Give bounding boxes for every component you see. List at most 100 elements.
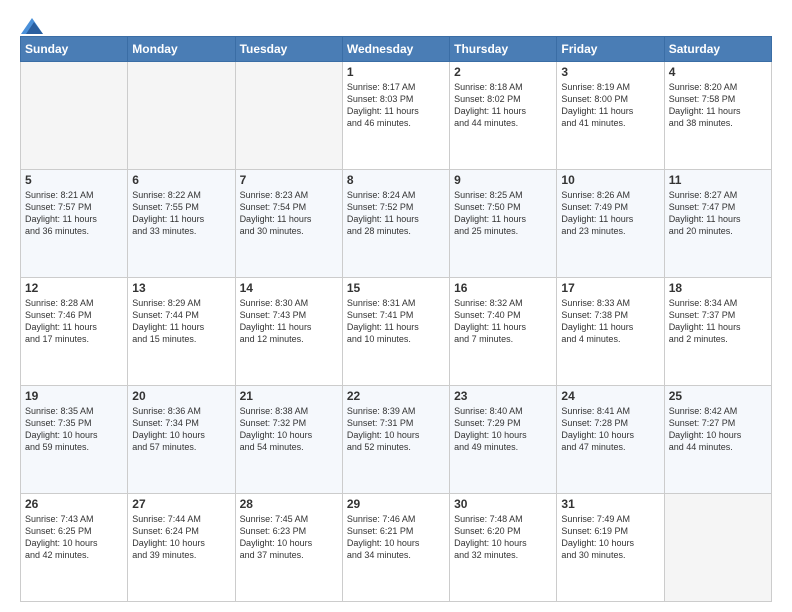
day-number: 9 bbox=[454, 173, 552, 187]
calendar-cell: 15 Sunrise: 8:31 AM Sunset: 7:41 PM Dayli… bbox=[342, 278, 449, 386]
weekday-header-monday: Monday bbox=[128, 37, 235, 62]
calendar-cell: 31 Sunrise: 7:49 AM Sunset: 6:19 PM Dayli… bbox=[557, 494, 664, 602]
day-info: Sunrise: 8:40 AM Sunset: 7:29 PM Dayligh… bbox=[454, 405, 552, 454]
day-info: Sunrise: 8:26 AM Sunset: 7:49 PM Dayligh… bbox=[561, 189, 659, 238]
calendar-cell: 9Sunrise: 8:25 AM Sunset: 7:50 PM Daylig… bbox=[450, 170, 557, 278]
weekday-header-thursday: Thursday bbox=[450, 37, 557, 62]
weekday-header-wednesday: Wednesday bbox=[342, 37, 449, 62]
day-info: Sunrise: 8:19 AM Sunset: 8:00 PM Dayligh… bbox=[561, 81, 659, 130]
day-number: 8 bbox=[347, 173, 445, 187]
day-number: 21 bbox=[240, 389, 338, 403]
day-number: 22 bbox=[347, 389, 445, 403]
day-number: 4 bbox=[669, 65, 767, 79]
calendar-cell bbox=[664, 494, 771, 602]
day-info: Sunrise: 8:41 AM Sunset: 7:28 PM Dayligh… bbox=[561, 405, 659, 454]
day-info: Sunrise: 8:34 AM Sunset: 7:37 PM Dayligh… bbox=[669, 297, 767, 346]
calendar-cell: 21 Sunrise: 8:38 AM Sunset: 7:32 PM Dayli… bbox=[235, 386, 342, 494]
calendar-cell: 24 Sunrise: 8:41 AM Sunset: 7:28 PM Dayli… bbox=[557, 386, 664, 494]
day-number: 19 bbox=[25, 389, 123, 403]
day-info: Sunrise: 8:32 AM Sunset: 7:40 PM Dayligh… bbox=[454, 297, 552, 346]
calendar-cell: 30 Sunrise: 7:48 AM Sunset: 6:20 PM Dayli… bbox=[450, 494, 557, 602]
day-info: Sunrise: 8:20 AM Sunset: 7:58 PM Dayligh… bbox=[669, 81, 767, 130]
day-number: 2 bbox=[454, 65, 552, 79]
day-number: 24 bbox=[561, 389, 659, 403]
weekday-header-sunday: Sunday bbox=[21, 37, 128, 62]
day-number: 25 bbox=[669, 389, 767, 403]
day-info: Sunrise: 7:43 AM Sunset: 6:25 PM Dayligh… bbox=[25, 513, 123, 562]
page: SundayMondayTuesdayWednesdayThursdayFrid… bbox=[0, 0, 792, 612]
calendar-cell: 7 Sunrise: 8:23 AM Sunset: 7:54 PM Daylig… bbox=[235, 170, 342, 278]
day-number: 11 bbox=[669, 173, 767, 187]
day-info: Sunrise: 7:49 AM Sunset: 6:19 PM Dayligh… bbox=[561, 513, 659, 562]
day-info: Sunrise: 8:18 AM Sunset: 8:02 PM Dayligh… bbox=[454, 81, 552, 130]
day-info: Sunrise: 8:35 AM Sunset: 7:35 PM Dayligh… bbox=[25, 405, 123, 454]
day-number: 31 bbox=[561, 497, 659, 511]
week-row-1: 1 Sunrise: 8:17 AM Sunset: 8:03 PM Daylig… bbox=[21, 62, 772, 170]
day-info: Sunrise: 8:23 AM Sunset: 7:54 PM Dayligh… bbox=[240, 189, 338, 238]
weekday-header-friday: Friday bbox=[557, 37, 664, 62]
calendar-cell: 19 Sunrise: 8:35 AM Sunset: 7:35 PM Dayli… bbox=[21, 386, 128, 494]
day-number: 16 bbox=[454, 281, 552, 295]
day-info: Sunrise: 8:28 AM Sunset: 7:46 PM Dayligh… bbox=[25, 297, 123, 346]
day-number: 15 bbox=[347, 281, 445, 295]
calendar-cell: 13Sunrise: 8:29 AM Sunset: 7:44 PM Dayli… bbox=[128, 278, 235, 386]
logo-icon bbox=[21, 18, 43, 34]
calendar-cell: 16 Sunrise: 8:32 AM Sunset: 7:40 PM Dayli… bbox=[450, 278, 557, 386]
day-number: 29 bbox=[347, 497, 445, 511]
day-info: Sunrise: 8:33 AM Sunset: 7:38 PM Dayligh… bbox=[561, 297, 659, 346]
day-info: Sunrise: 8:24 AM Sunset: 7:52 PM Dayligh… bbox=[347, 189, 445, 238]
day-info: Sunrise: 8:39 AM Sunset: 7:31 PM Dayligh… bbox=[347, 405, 445, 454]
header bbox=[20, 18, 772, 32]
day-info: Sunrise: 8:21 AM Sunset: 7:57 PM Dayligh… bbox=[25, 189, 123, 238]
day-number: 1 bbox=[347, 65, 445, 79]
logo bbox=[20, 18, 43, 32]
calendar-cell: 23Sunrise: 8:40 AM Sunset: 7:29 PM Dayli… bbox=[450, 386, 557, 494]
day-number: 3 bbox=[561, 65, 659, 79]
calendar-cell: 12Sunrise: 8:28 AM Sunset: 7:46 PM Dayli… bbox=[21, 278, 128, 386]
calendar-cell: 25Sunrise: 8:42 AM Sunset: 7:27 PM Dayli… bbox=[664, 386, 771, 494]
day-number: 14 bbox=[240, 281, 338, 295]
day-info: Sunrise: 8:27 AM Sunset: 7:47 PM Dayligh… bbox=[669, 189, 767, 238]
day-number: 5 bbox=[25, 173, 123, 187]
calendar-cell: 8 Sunrise: 8:24 AM Sunset: 7:52 PM Daylig… bbox=[342, 170, 449, 278]
calendar-cell: 5 Sunrise: 8:21 AM Sunset: 7:57 PM Daylig… bbox=[21, 170, 128, 278]
day-number: 26 bbox=[25, 497, 123, 511]
calendar-cell: 27Sunrise: 7:44 AM Sunset: 6:24 PM Dayli… bbox=[128, 494, 235, 602]
day-info: Sunrise: 8:22 AM Sunset: 7:55 PM Dayligh… bbox=[132, 189, 230, 238]
week-row-2: 5 Sunrise: 8:21 AM Sunset: 7:57 PM Daylig… bbox=[21, 170, 772, 278]
day-number: 28 bbox=[240, 497, 338, 511]
calendar-cell: 20Sunrise: 8:36 AM Sunset: 7:34 PM Dayli… bbox=[128, 386, 235, 494]
day-number: 7 bbox=[240, 173, 338, 187]
calendar-cell: 17 Sunrise: 8:33 AM Sunset: 7:38 PM Dayli… bbox=[557, 278, 664, 386]
calendar-cell: 1 Sunrise: 8:17 AM Sunset: 8:03 PM Daylig… bbox=[342, 62, 449, 170]
calendar-table: SundayMondayTuesdayWednesdayThursdayFrid… bbox=[20, 36, 772, 602]
week-row-5: 26 Sunrise: 7:43 AM Sunset: 6:25 PM Dayli… bbox=[21, 494, 772, 602]
calendar-cell: 3 Sunrise: 8:19 AM Sunset: 8:00 PM Daylig… bbox=[557, 62, 664, 170]
day-info: Sunrise: 7:48 AM Sunset: 6:20 PM Dayligh… bbox=[454, 513, 552, 562]
day-number: 10 bbox=[561, 173, 659, 187]
day-number: 30 bbox=[454, 497, 552, 511]
calendar-cell bbox=[21, 62, 128, 170]
day-info: Sunrise: 8:31 AM Sunset: 7:41 PM Dayligh… bbox=[347, 297, 445, 346]
day-info: Sunrise: 8:36 AM Sunset: 7:34 PM Dayligh… bbox=[132, 405, 230, 454]
calendar-cell: 22 Sunrise: 8:39 AM Sunset: 7:31 PM Dayli… bbox=[342, 386, 449, 494]
calendar-cell: 4 Sunrise: 8:20 AM Sunset: 7:58 PM Daylig… bbox=[664, 62, 771, 170]
week-row-3: 12Sunrise: 8:28 AM Sunset: 7:46 PM Dayli… bbox=[21, 278, 772, 386]
calendar-cell: 10 Sunrise: 8:26 AM Sunset: 7:49 PM Dayli… bbox=[557, 170, 664, 278]
week-row-4: 19 Sunrise: 8:35 AM Sunset: 7:35 PM Dayli… bbox=[21, 386, 772, 494]
calendar-cell: 29Sunrise: 7:46 AM Sunset: 6:21 PM Dayli… bbox=[342, 494, 449, 602]
day-number: 6 bbox=[132, 173, 230, 187]
calendar-cell bbox=[128, 62, 235, 170]
day-info: Sunrise: 8:38 AM Sunset: 7:32 PM Dayligh… bbox=[240, 405, 338, 454]
calendar-cell bbox=[235, 62, 342, 170]
day-number: 27 bbox=[132, 497, 230, 511]
day-number: 18 bbox=[669, 281, 767, 295]
calendar-cell: 28Sunrise: 7:45 AM Sunset: 6:23 PM Dayli… bbox=[235, 494, 342, 602]
day-info: Sunrise: 8:17 AM Sunset: 8:03 PM Dayligh… bbox=[347, 81, 445, 130]
calendar-cell: 6 Sunrise: 8:22 AM Sunset: 7:55 PM Daylig… bbox=[128, 170, 235, 278]
weekday-header-tuesday: Tuesday bbox=[235, 37, 342, 62]
calendar-cell: 14Sunrise: 8:30 AM Sunset: 7:43 PM Dayli… bbox=[235, 278, 342, 386]
calendar-cell: 11 Sunrise: 8:27 AM Sunset: 7:47 PM Dayli… bbox=[664, 170, 771, 278]
day-number: 17 bbox=[561, 281, 659, 295]
calendar-cell: 26 Sunrise: 7:43 AM Sunset: 6:25 PM Dayli… bbox=[21, 494, 128, 602]
